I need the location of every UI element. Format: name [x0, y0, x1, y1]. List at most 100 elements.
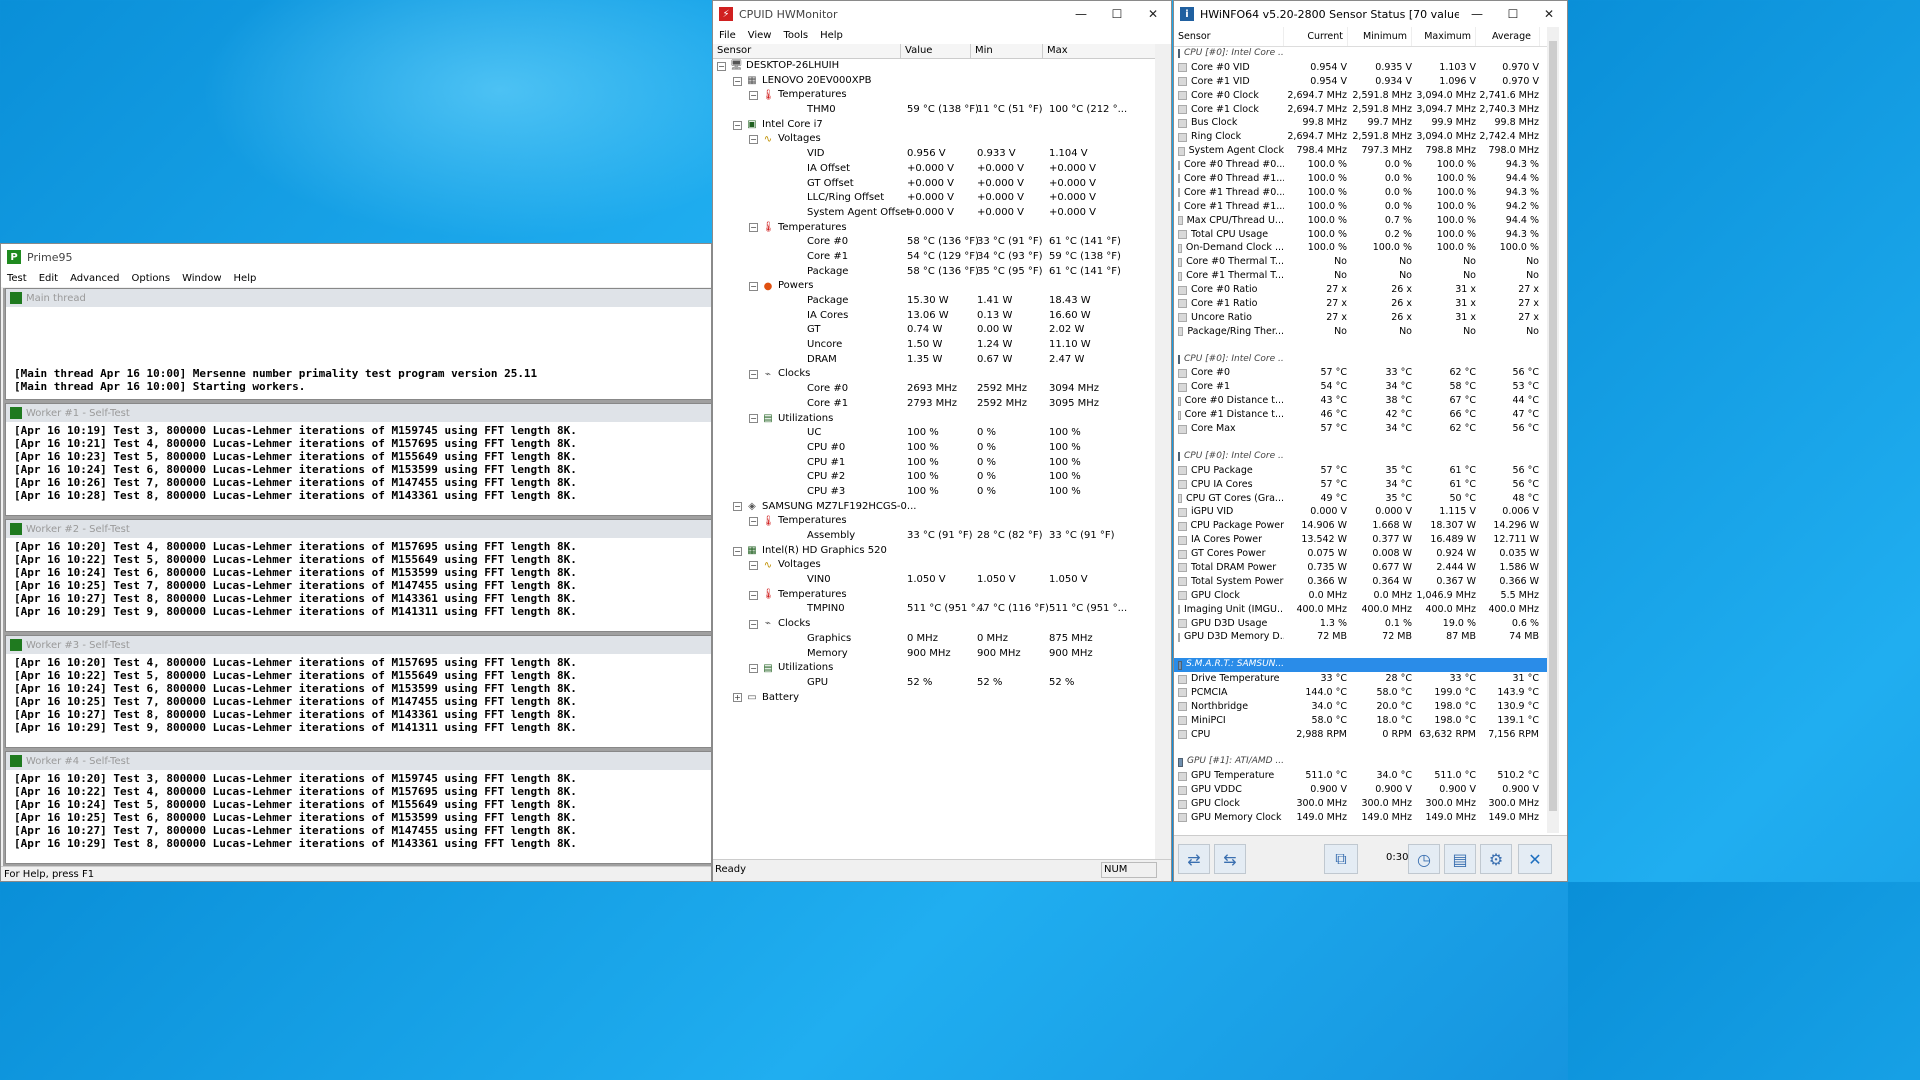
worker-2-window-title[interactable]: Worker #2 - Self-Test	[6, 520, 711, 538]
sensor-row[interactable]: − ⌁ Clocks	[713, 367, 1157, 382]
worker-1-window-title[interactable]: Worker #1 - Self-Test	[6, 404, 711, 422]
column-sensor[interactable]: Sensor	[713, 44, 901, 58]
sensor-row[interactable]: − ▤ Utilizations	[713, 661, 1157, 676]
sensor-row[interactable]: Package/Ring Ther... No No No No	[1174, 325, 1548, 339]
menu-options[interactable]: Options	[125, 273, 176, 284]
worker-2-window[interactable]: Worker #2 - Self-Test [Apr 16 10:20] Test…	[5, 519, 711, 632]
collapse-toggle-icon[interactable]: −	[749, 370, 758, 380]
menu-help[interactable]: Help	[814, 30, 849, 41]
sensor-row[interactable]: Core #0 Thermal T... No No No No	[1174, 255, 1548, 269]
hwmonitor-titlebar[interactable]: ⚡ CPUID HWMonitor — ☐ ✕	[713, 1, 1171, 27]
sensor-row[interactable]: PCMCIA 144.0 °C 58.0 °C 199.0 °C 143.9 °C	[1174, 686, 1548, 700]
sensor-group-header[interactable]: CPU [#0]: Intel Core ...	[1174, 450, 1548, 464]
sensor-row[interactable]: CPU 2,988 RPM 0 RPM 63,632 RPM 7,156 RPM	[1174, 728, 1548, 742]
sensor-row[interactable]: − ▦ LENOVO 20EV000XPB	[713, 74, 1157, 89]
column-minimum[interactable]: Minimum	[1348, 27, 1412, 46]
menu-window[interactable]: Window	[176, 273, 227, 284]
sensor-row[interactable]: Uncore 1.50 W 1.24 W 11.10 W	[713, 338, 1157, 353]
sensor-row[interactable]: − ▣ Intel Core i7	[713, 118, 1157, 133]
collapse-toggle-icon[interactable]: −	[749, 282, 758, 292]
sensor-row[interactable]: Core #0 58 °C (136 °F) 33 °C (91 °F) 61 °C …	[713, 235, 1157, 250]
sensor-row[interactable]: Core Max 57 °C 34 °C 62 °C 56 °C	[1174, 422, 1548, 436]
sensor-row[interactable]: Assembly 33 °C (91 °F) 28 °C (82 °F) 33 °C …	[713, 529, 1157, 544]
sensor-row[interactable]: Core #1 Distance t... 46 °C 42 °C 66 °C 47 °…	[1174, 408, 1548, 422]
sensor-row[interactable]: − 🌡 Temperatures	[713, 88, 1157, 103]
sensor-row[interactable]: GPU D3D Usage 1.3 % 0.1 % 19.0 % 0.6 %	[1174, 617, 1548, 631]
column-sensor[interactable]: Sensor	[1174, 27, 1284, 46]
sensor-row[interactable]: − 🌡 Temperatures	[713, 588, 1157, 603]
sensor-row[interactable]: CPU Package 57 °C 35 °C 61 °C 56 °C	[1174, 464, 1548, 478]
sensor-row[interactable]: Core #1 2793 MHz 2592 MHz 3095 MHz	[713, 397, 1157, 412]
sensor-row[interactable]: TMPIN0 511 °C (951 °... 47 °C (116 °F) 511 …	[713, 602, 1157, 617]
sensor-row[interactable]: CPU #1 100 % 0 % 100 %	[713, 456, 1157, 471]
sensor-row[interactable]: + ▭ Battery	[713, 691, 1157, 706]
sensor-row[interactable]: GT Offset +0.000 V +0.000 V +0.000 V	[713, 177, 1157, 192]
sensor-row[interactable]: GPU Clock 300.0 MHz 300.0 MHz 300.0 MHz 300.…	[1174, 797, 1548, 811]
sensor-row[interactable]: GPU VDDC 0.900 V 0.900 V 0.900 V 0.900 V	[1174, 783, 1548, 797]
worker-4-window[interactable]: Worker #4 - Self-Test [Apr 16 10:20] Test…	[5, 751, 711, 864]
worker-4-window-title[interactable]: Worker #4 - Self-Test	[6, 752, 711, 770]
hwinfo-titlebar[interactable]: i HWiNFO64 v5.20-2800 Sensor Status [70 …	[1174, 1, 1567, 27]
collapse-toggle-icon[interactable]: −	[749, 619, 758, 629]
sensor-row[interactable]: Core #1 Thread #0... 100.0 % 0.0 % 100.0 % 9…	[1174, 186, 1548, 200]
sensor-row[interactable]: Core #1 54 °C 34 °C 58 °C 53 °C	[1174, 380, 1548, 394]
sensor-group-header[interactable]: CPU [#0]: Intel Core ...	[1174, 353, 1548, 367]
worker-3-window[interactable]: Worker #3 - Self-Test [Apr 16 10:20] Test…	[5, 635, 711, 748]
network-icon[interactable]: ⧉	[1324, 844, 1358, 874]
main-thread-window[interactable]: Main thread [Main thread Apr 16 10:00] Me…	[5, 288, 711, 400]
column-min[interactable]: Min	[971, 44, 1043, 58]
sensor-row[interactable]: Uncore Ratio 27 x 26 x 31 x 27 x	[1174, 311, 1548, 325]
collapse-toggle-icon[interactable]: −	[733, 502, 742, 512]
sensor-row[interactable]: Core #0 Clock 2,694.7 MHz 2,591.8 MHz 3,094…	[1174, 89, 1548, 103]
sensor-row[interactable]: Core #1 VID 0.954 V 0.934 V 1.096 V 0.970 V	[1174, 75, 1548, 89]
sensor-row[interactable]: CPU IA Cores 57 °C 34 °C 61 °C 56 °C	[1174, 478, 1548, 492]
sensor-row[interactable]: GPU Memory Clock 149.0 MHz 149.0 MHz 149.0 …	[1174, 811, 1548, 825]
collapse-toggle-icon[interactable]: −	[749, 590, 758, 600]
hwmonitor-scrollbar[interactable]	[1155, 44, 1171, 859]
sensor-row[interactable]: CPU GT Cores (Gra... 49 °C 35 °C 50 °C 48 °C	[1174, 492, 1548, 506]
menu-file[interactable]: File	[713, 30, 742, 41]
column-maximum[interactable]: Maximum	[1412, 27, 1476, 46]
collapse-toggle-icon[interactable]: −	[749, 414, 758, 424]
column-max[interactable]: Max	[1043, 44, 1157, 58]
menu-edit[interactable]: Edit	[33, 273, 64, 284]
sensor-row[interactable]: Memory 900 MHz 900 MHz 900 MHz	[713, 647, 1157, 662]
menu-help[interactable]: Help	[228, 273, 263, 284]
sensor-row[interactable]: GT Cores Power 0.075 W 0.008 W 0.924 W 0.035…	[1174, 547, 1548, 561]
sensor-group-header[interactable]: CPU [#0]: Intel Core ...	[1174, 47, 1548, 61]
sensor-row[interactable]: Ring Clock 2,694.7 MHz 2,591.8 MHz 3,094.0 …	[1174, 130, 1548, 144]
collapse-toggle-icon[interactable]: −	[749, 517, 758, 527]
column-current[interactable]: Current	[1284, 27, 1348, 46]
menu-test[interactable]: Test	[1, 273, 33, 284]
sensor-group-header[interactable]: GPU [#1]: ATI/AMD ...	[1174, 755, 1548, 769]
sensor-row[interactable]: DRAM 1.35 W 0.67 W 2.47 W	[713, 353, 1157, 368]
sensor-row[interactable]: Core #0 57 °C 33 °C 62 °C 56 °C	[1174, 366, 1548, 380]
sensor-row[interactable]: GT 0.74 W 0.00 W 2.02 W	[713, 323, 1157, 338]
sensor-row[interactable]: − ● Powers	[713, 279, 1157, 294]
sensor-row[interactable]: − ◈ SAMSUNG MZ7LF192HCGS-0...	[713, 500, 1157, 515]
sensor-row[interactable]: Core #1 Ratio 27 x 26 x 31 x 27 x	[1174, 297, 1548, 311]
collapse-toggle-icon[interactable]: −	[749, 664, 758, 674]
sensor-row[interactable]: Total CPU Usage 100.0 % 0.2 % 100.0 % 94.3 %	[1174, 228, 1548, 242]
sensor-row[interactable]: LLC/Ring Offset +0.000 V +0.000 V +0.000 V	[713, 191, 1157, 206]
sensor-row[interactable]: − 🌡 Temperatures	[713, 221, 1157, 236]
sensor-row[interactable]: − ∿ Voltages	[713, 558, 1157, 573]
sensor-row[interactable]: GPU 52 % 52 % 52 %	[713, 676, 1157, 691]
collapse-arrows-icon[interactable]: ⇆	[1214, 844, 1246, 874]
sensor-row[interactable]: Graphics 0 MHz 0 MHz 875 MHz	[713, 632, 1157, 647]
collapse-toggle-icon[interactable]: −	[749, 561, 758, 571]
report-icon[interactable]: ▤	[1444, 844, 1476, 874]
sensor-row[interactable]: VID 0.956 V 0.933 V 1.104 V	[713, 147, 1157, 162]
sensor-row[interactable]: − 🌡 Temperatures	[713, 514, 1157, 529]
prime95-window[interactable]: P Prime95 Test Edit Advanced Options Window H…	[0, 243, 712, 882]
sensor-row[interactable]: THM0 59 °C (138 °F) 11 °C (51 °F) 100 °C (2…	[713, 103, 1157, 118]
maximize-icon[interactable]: ☐	[1099, 1, 1135, 27]
minimize-icon[interactable]: —	[1459, 1, 1495, 27]
sensor-row[interactable]: Bus Clock 99.8 MHz 99.7 MHz 99.9 MHz 99.8 MH…	[1174, 116, 1548, 130]
collapse-toggle-icon[interactable]: −	[749, 135, 758, 145]
sensor-row[interactable]: Core #1 Clock 2,694.7 MHz 2,591.8 MHz 3,094…	[1174, 103, 1548, 117]
sensor-row[interactable]: Core #0 2693 MHz 2592 MHz 3094 MHz	[713, 382, 1157, 397]
close-icon[interactable]: ✕	[1518, 844, 1552, 874]
menu-view[interactable]: View	[742, 30, 778, 41]
sensor-row[interactable]: Imaging Unit (IMGU... 400.0 MHz 400.0 MHz 4…	[1174, 603, 1548, 617]
